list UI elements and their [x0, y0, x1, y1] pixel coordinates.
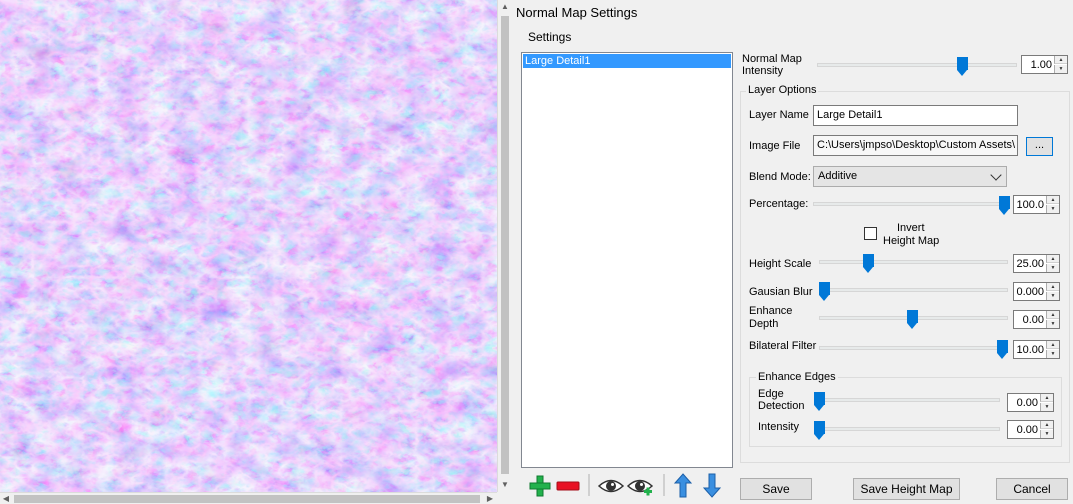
- save-button[interactable]: Save: [740, 478, 812, 500]
- browse-button[interactable]: ...: [1026, 137, 1053, 156]
- bilateral-filter-value: 10.00: [1016, 344, 1044, 356]
- percentage-slider[interactable]: [999, 196, 1010, 215]
- spin-down-icon[interactable]: ▼: [1054, 65, 1067, 73]
- percentage-value: 100.0: [1016, 199, 1044, 211]
- scroll-left-icon[interactable]: ◀: [0, 493, 12, 504]
- view-add-icon[interactable]: [626, 476, 654, 498]
- height-scale-track: [819, 260, 1008, 264]
- toolbar-separator: [663, 474, 665, 496]
- bilateral-filter-slider[interactable]: [997, 340, 1008, 359]
- height-scale-slider[interactable]: [863, 254, 874, 273]
- spin-up-icon[interactable]: ▲: [1040, 421, 1053, 429]
- layer-name-label: Layer Name: [749, 109, 809, 121]
- spin-down-icon[interactable]: ▼: [1046, 320, 1059, 328]
- intensity-slider[interactable]: [814, 421, 825, 440]
- spin-down-icon[interactable]: ▼: [1040, 403, 1053, 411]
- layer-options-title: Layer Options: [746, 84, 819, 96]
- enhance-depth-label-line1: Enhance: [749, 305, 793, 317]
- spin-down-icon[interactable]: ▼: [1046, 350, 1059, 358]
- percentage-label: Percentage:: [749, 198, 809, 210]
- spin-up-icon[interactable]: ▲: [1046, 196, 1059, 204]
- normal-map-intensity-track: [817, 63, 1017, 67]
- bilateral-filter-track: [819, 346, 1008, 350]
- gaussian-blur-spinner[interactable]: 0.000 ▲ ▼: [1013, 282, 1060, 301]
- height-scale-spinner[interactable]: 25.00 ▲ ▼: [1013, 254, 1060, 273]
- spin-down-icon[interactable]: ▼: [1046, 264, 1059, 272]
- blend-mode-value: Additive: [818, 170, 858, 182]
- invert-label-line2: Height Map: [883, 235, 940, 247]
- preview-vertical-scrollbar[interactable]: ▲ ▼: [497, 0, 511, 492]
- spin-up-icon[interactable]: ▲: [1054, 56, 1067, 64]
- gaussian-blur-track: [819, 288, 1008, 292]
- enhance-depth-slider[interactable]: [907, 310, 918, 329]
- spin-up-icon[interactable]: ▲: [1046, 311, 1059, 319]
- preview-horizontal-scrollbar[interactable]: ◀ ▶: [0, 492, 497, 504]
- horizontal-scroll-thumb[interactable]: [14, 495, 480, 503]
- toolbar-separator: [588, 474, 590, 496]
- scrollbar-corner: [497, 492, 511, 504]
- edge-detection-value: 0.00: [1016, 397, 1038, 409]
- percentage-track: [813, 202, 1009, 206]
- normal-map-intensity-slider[interactable]: [957, 57, 968, 76]
- edge-detection-track: [814, 398, 1000, 402]
- invert-label-line1: Invert: [897, 222, 925, 234]
- normal-map-texture: [0, 0, 497, 492]
- view-icon[interactable]: [597, 476, 625, 496]
- height-scale-label: Height Scale: [749, 258, 812, 270]
- enhance-depth-label-line2: Depth: [749, 318, 779, 330]
- layer-list[interactable]: Large Detail1: [521, 52, 733, 468]
- spin-up-icon[interactable]: ▲: [1046, 341, 1059, 349]
- bilateral-filter-label: Bilateral Filter: [749, 340, 817, 352]
- enhance-depth-spinner[interactable]: 0.00 ▲ ▼: [1013, 310, 1060, 329]
- normal-map-intensity-spinner[interactable]: 1.00 ▲ ▼: [1021, 55, 1068, 74]
- edge-detection-slider[interactable]: [814, 392, 825, 411]
- normal-map-intensity-label: Normal Map Intensity: [742, 53, 802, 77]
- chevron-down-icon: [990, 169, 1002, 181]
- window-title: Normal Map Settings: [516, 5, 638, 20]
- normal-map-preview: [0, 0, 497, 492]
- percentage-spinner[interactable]: 100.0 ▲ ▼: [1013, 195, 1060, 214]
- spin-up-icon[interactable]: ▲: [1040, 394, 1053, 402]
- blend-mode-label: Blend Mode:: [749, 171, 811, 183]
- spin-down-icon[interactable]: ▼: [1046, 205, 1059, 213]
- edge-detection-label-line1: Edge: [758, 388, 784, 400]
- scroll-down-icon[interactable]: ▼: [498, 478, 512, 492]
- blend-mode-select[interactable]: Additive: [813, 166, 1007, 187]
- layer-name-field[interactable]: Large Detail1: [813, 105, 1018, 126]
- spin-up-icon[interactable]: ▲: [1046, 283, 1059, 291]
- intensity-label: Intensity: [758, 421, 799, 433]
- image-file-field[interactable]: C:\Users\jmpso\Desktop\Custom Assets\: [813, 135, 1018, 156]
- tab-settings[interactable]: Settings: [528, 30, 571, 44]
- intensity-value: 0.00: [1016, 424, 1038, 436]
- spin-down-icon[interactable]: ▼: [1040, 430, 1053, 438]
- enhance-depth-value: 0.00: [1022, 314, 1044, 326]
- move-down-icon[interactable]: [702, 473, 722, 498]
- spin-up-icon[interactable]: ▲: [1046, 255, 1059, 263]
- gaussian-blur-value: 0.000: [1016, 286, 1044, 298]
- normal-map-intensity-value: 1.00: [1030, 59, 1052, 71]
- intensity-spinner[interactable]: 0.00 ▲ ▼: [1007, 420, 1054, 439]
- layer-list-item[interactable]: Large Detail1: [523, 54, 731, 68]
- gaussian-blur-label: Gausian Blur: [749, 286, 813, 298]
- scroll-right-icon[interactable]: ▶: [484, 493, 496, 504]
- edge-detection-spinner[interactable]: 0.00 ▲ ▼: [1007, 393, 1054, 412]
- edge-detection-label-line2: Detection: [758, 400, 805, 412]
- move-up-icon[interactable]: [673, 473, 693, 498]
- image-file-label: Image File: [749, 140, 801, 152]
- gaussian-blur-slider[interactable]: [819, 282, 830, 301]
- cancel-button[interactable]: Cancel: [996, 478, 1068, 500]
- remove-layer-icon[interactable]: [556, 480, 580, 491]
- save-height-map-button[interactable]: Save Height Map: [853, 478, 960, 500]
- add-layer-icon[interactable]: [528, 474, 552, 498]
- intensity-track: [814, 427, 1000, 431]
- bilateral-filter-spinner[interactable]: 10.00 ▲ ▼: [1013, 340, 1060, 359]
- height-scale-value: 25.00: [1016, 258, 1044, 270]
- spin-down-icon[interactable]: ▼: [1046, 292, 1059, 300]
- vertical-scroll-thumb[interactable]: [501, 16, 509, 474]
- enhance-edges-title: Enhance Edges: [756, 371, 838, 383]
- invert-height-map-checkbox[interactable]: [864, 227, 877, 240]
- scroll-up-icon[interactable]: ▲: [498, 0, 512, 14]
